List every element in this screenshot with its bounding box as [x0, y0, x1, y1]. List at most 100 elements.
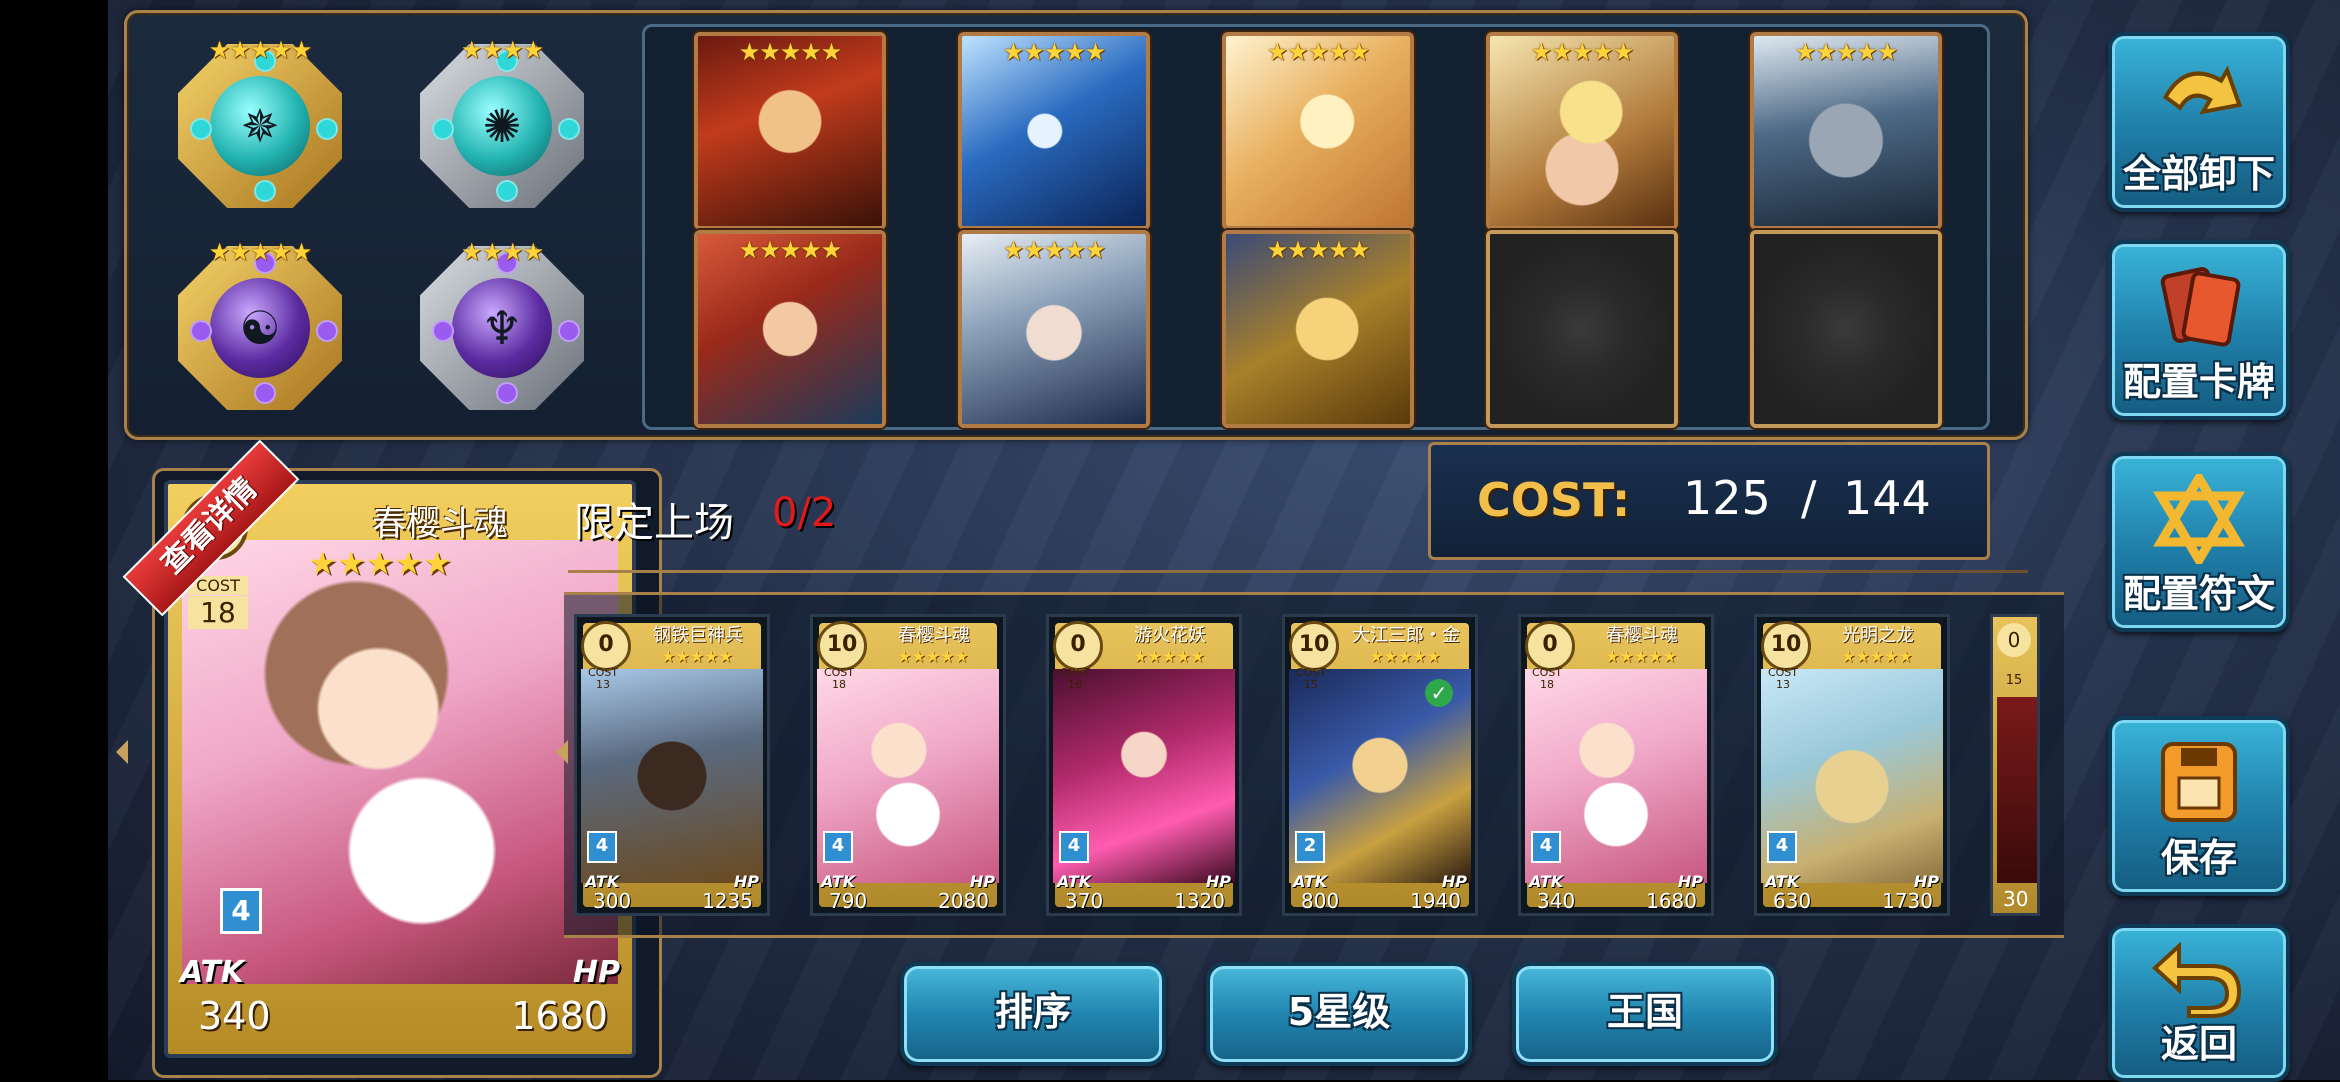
card-cost: 10	[817, 621, 867, 671]
card-cost-label: COST 18	[1531, 666, 1563, 691]
unload-all-button[interactable]: 全部卸下	[2108, 32, 2290, 212]
scroll-left-arrow-icon[interactable]	[556, 740, 568, 764]
rune-slot-3[interactable]: ☯ ★★★★★	[170, 232, 350, 416]
selected-card-atk-label: ATK	[180, 955, 245, 990]
back-label: 返回	[2160, 1022, 2237, 1066]
deck-card-4[interactable]: ★★★★★	[1486, 32, 1678, 230]
card-stars: ★★★★★	[738, 236, 843, 264]
card-hp: 1235	[702, 889, 753, 913]
deck-card-2[interactable]: ★★★★★	[958, 32, 1150, 230]
rune-slot-4[interactable]: ♆ ★★★★	[412, 232, 592, 416]
selected-card-hp: 1680	[511, 994, 608, 1038]
deck-card-empty-slot[interactable]	[1486, 230, 1678, 428]
collection-card[interactable]: 10 COST 15 大江三郎・金 ★★★★★ ✓ 2 ATK HP 800 19…	[1282, 614, 1478, 916]
compass-rune-icon: ✵	[240, 99, 280, 153]
card-name: 大江三郎・金	[1352, 625, 1460, 645]
rune-slot-1[interactable]: ✵ ★★★★★	[170, 30, 350, 214]
card-stars: ★★★★★	[1002, 38, 1107, 66]
deck-card-7[interactable]: ★★★★★	[958, 230, 1150, 428]
back-button[interactable]: 返回	[2108, 924, 2290, 1082]
card-cost: 10	[1289, 621, 1339, 671]
selected-card-atk: 340	[198, 994, 271, 1038]
sort-label: 排序	[994, 990, 1071, 1034]
selected-card-name: 春樱斗魂	[372, 504, 508, 544]
card-stars: ★★★★★	[1133, 647, 1205, 666]
deck-card-empty-slot[interactable]	[1750, 230, 1942, 428]
save-label: 保存	[2160, 836, 2237, 880]
card-name: 春樱斗魂	[898, 625, 970, 645]
kingdom-filter-label: 王国	[1606, 990, 1683, 1034]
dragon-rune-icon: ♆	[481, 301, 523, 355]
scroll-left-arrow-icon[interactable]	[116, 740, 128, 764]
collection-card-partial[interactable]: 0 15 30	[1990, 614, 2040, 916]
selected-card-stars: ★★★★★	[308, 544, 452, 582]
cards-icon	[2112, 262, 2286, 352]
card-cost: 0	[1053, 621, 1103, 671]
deck-card-5[interactable]: ★★★★★	[1750, 32, 1942, 230]
card-stars: ★★★★★	[661, 647, 733, 666]
collection-card[interactable]: 0 COST 13 钢铁巨神兵 ★★★★★ 4 ATK HP 300 1235	[574, 614, 770, 916]
deck-card-1[interactable]: ★★★★★	[694, 32, 886, 230]
card-cost-label: COST 15	[1295, 666, 1327, 691]
check-icon: ✓	[1425, 679, 1453, 707]
card-level: 4	[823, 831, 853, 863]
deck-card-6[interactable]: ★★★★★	[694, 230, 886, 428]
curved-arrow-down-icon	[2112, 54, 2286, 144]
card-hp: 1940	[1410, 889, 1461, 913]
card-hp: 1730	[1882, 889, 1933, 913]
rune-slot-2[interactable]: ✺ ★★★★	[412, 30, 592, 214]
card-stars: ★★★★★	[1841, 647, 1913, 666]
card-stars: ★★★★★	[1266, 38, 1371, 66]
deck-card-8[interactable]: ★★★★★	[1222, 230, 1414, 428]
collection-card[interactable]: 10 COST 18 春樱斗魂 ★★★★★ 4 ATK HP 790 2080	[810, 614, 1006, 916]
card-atk: 370	[1065, 889, 1104, 913]
star-filter-button[interactable]: 5星级	[1206, 962, 1472, 1066]
card-cost-label: COST 13	[1767, 666, 1799, 691]
card-stars: ★★★★★	[738, 38, 843, 66]
cost-separator: /	[1801, 471, 1817, 525]
collection-card[interactable]: 10 COST 13 光明之龙 ★★★★★ 4 ATK HP 630 1730	[1754, 614, 1950, 916]
card-atk: 630	[1773, 889, 1812, 913]
config-runes-button[interactable]: 配置符文	[2108, 452, 2290, 632]
card-atk: 30	[2003, 887, 2029, 911]
save-button[interactable]: 保存	[2108, 716, 2290, 896]
limit-label: 限定上场	[574, 500, 734, 546]
kingdom-filter-button[interactable]: 王国	[1512, 962, 1778, 1066]
game-stage: ✵ ★★★★★ ✺ ★★★★ ☯ ★★★★★ ♆ ★★★★ ★★★★★ ★★★★…	[108, 0, 2340, 1082]
rune-stars: ★★★★★	[208, 36, 313, 64]
card-name: 光明之龙	[1842, 625, 1914, 645]
collection-card[interactable]: 0 COST 16 游火花妖 ★★★★★ 4 ATK HP 370 1320	[1046, 614, 1242, 916]
sort-button[interactable]: 排序	[900, 962, 1166, 1066]
config-cards-label: 配置卡牌	[2122, 360, 2275, 404]
collection-card[interactable]: 0 COST 18 春樱斗魂 ★★★★★ 4 ATK HP 340 1680	[1518, 614, 1714, 916]
rune-stars: ★★★★	[460, 36, 544, 64]
card-hp: 2080	[938, 889, 989, 913]
card-hp: 1680	[1646, 889, 1697, 913]
selected-card-hp-label: HP	[572, 955, 620, 990]
deck-card-3[interactable]: ★★★★★	[1222, 32, 1414, 230]
cost-box: COST: 125 / 144	[1428, 442, 1990, 560]
card-cost: 10	[1761, 621, 1811, 671]
card-stars: ★★★★★	[897, 647, 969, 666]
card-cost-value: 15	[2005, 673, 2023, 688]
config-cards-button[interactable]: 配置卡牌	[2108, 240, 2290, 420]
card-stars: ★★★★★	[1794, 38, 1899, 66]
divider	[568, 570, 2028, 573]
cost-label: COST:	[1477, 473, 1631, 527]
card-stars: ★★★★★	[1002, 236, 1107, 264]
card-level: 2	[1295, 831, 1325, 863]
cost-used: 125	[1683, 471, 1771, 525]
yin-yang-rune-icon: ☯	[239, 301, 281, 355]
rune-stars: ★★★★★	[208, 238, 313, 266]
selected-card-cost-value: 18	[188, 596, 248, 629]
card-cost: 0	[581, 621, 631, 671]
card-cost-label: COST 16	[1059, 666, 1091, 691]
card-level: 4	[587, 831, 617, 863]
card-atk: 340	[1537, 889, 1576, 913]
card-name: 游火花妖	[1134, 625, 1206, 645]
card-cost: 0	[1997, 623, 2031, 657]
card-atk: 800	[1301, 889, 1340, 913]
card-cost-label: COST 13	[587, 666, 619, 691]
card-hp: 1320	[1174, 889, 1225, 913]
rune-stars: ★★★★	[460, 238, 544, 266]
